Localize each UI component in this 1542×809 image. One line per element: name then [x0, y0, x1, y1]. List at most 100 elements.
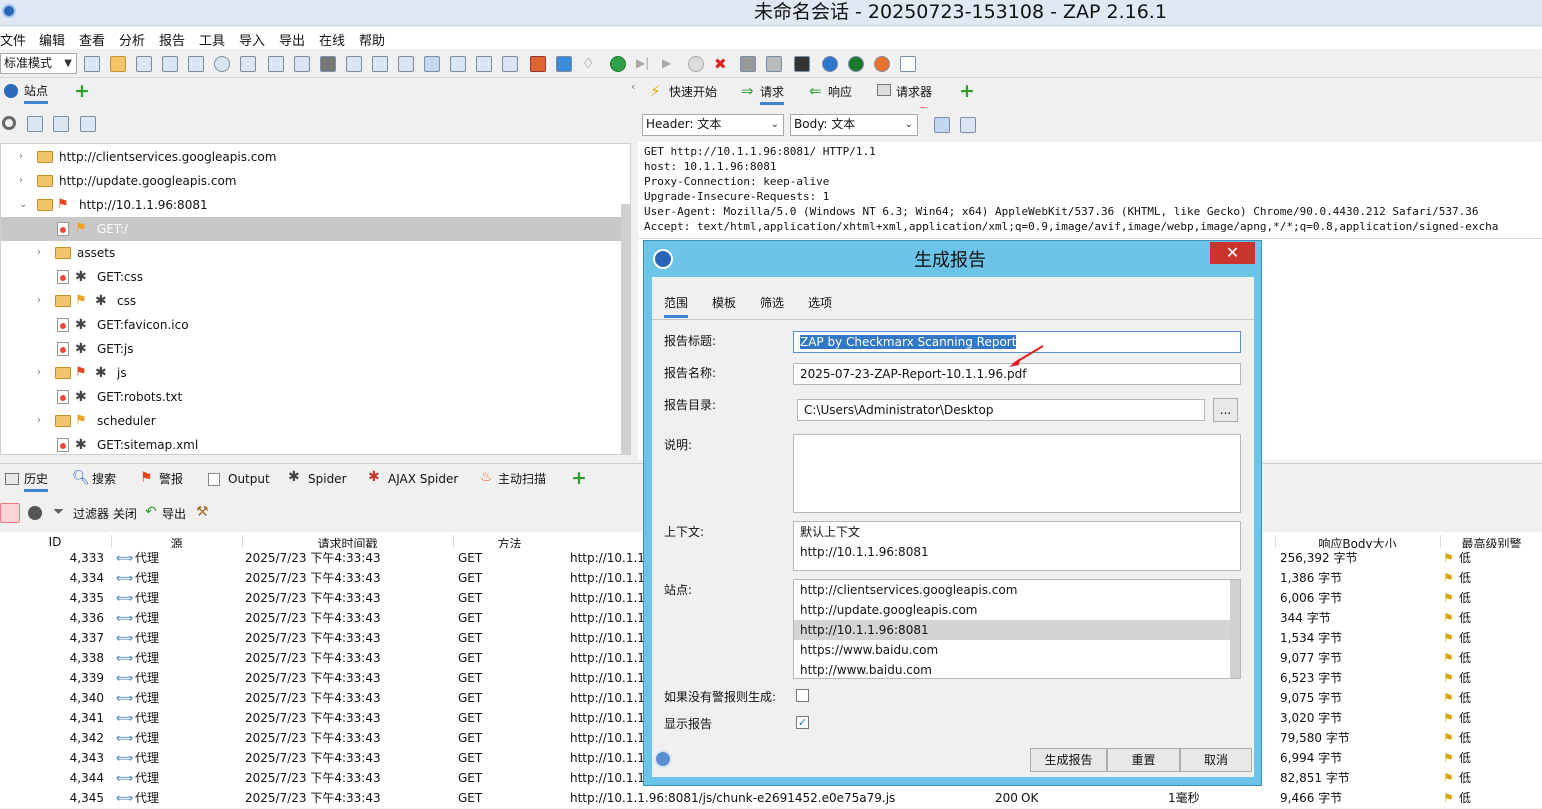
- new-context-icon[interactable]: [27, 116, 43, 132]
- pinned-tabs-icon[interactable]: [320, 56, 336, 72]
- tree-node-selected[interactable]: ⚑ GET:/: [1, 217, 621, 241]
- tab-alerts[interactable]: 警报: [159, 469, 183, 489]
- hud-icon[interactable]: [794, 56, 810, 72]
- broom-icon[interactable]: ⚒: [196, 504, 209, 520]
- layout-response-icon[interactable]: [502, 56, 518, 72]
- table-row[interactable]: ⟺ ⚑ 4,345 代理 2025/7/23 下午4:33:43 GET http://10…: [0, 788, 1542, 808]
- show-report-checkbox[interactable]: ✓: [796, 716, 809, 729]
- report-dir-input[interactable]: C:\Users\Administrator\Desktop: [797, 399, 1205, 421]
- firefox-browser-icon[interactable]: [874, 56, 890, 72]
- tab-ajax-spider[interactable]: AJAX Spider: [388, 469, 458, 489]
- tab-options[interactable]: 选项: [808, 293, 832, 313]
- tab-response[interactable]: 响应: [828, 82, 852, 102]
- add-tab-plus-icon[interactable]: +: [74, 80, 90, 102]
- browse-button[interactable]: ...: [1213, 398, 1238, 422]
- tree-node[interactable]: ⌄ ⚑ http://10.1.1.96:8081: [1, 193, 621, 217]
- close-icon[interactable]: ✕: [1210, 242, 1255, 264]
- options-gear-icon[interactable]: [214, 56, 230, 72]
- new-session-icon[interactable]: [84, 56, 100, 72]
- collapse-left-icon[interactable]: ‹: [631, 80, 635, 93]
- drop-icon[interactable]: [688, 56, 704, 72]
- tab-search[interactable]: 搜索: [92, 469, 116, 489]
- tree-node[interactable]: › ⚑ ✱ js: [1, 361, 621, 385]
- menu-export[interactable]: 导出: [279, 30, 305, 49]
- chrome-browser-icon[interactable]: [848, 56, 864, 72]
- break-on-icon[interactable]: [610, 56, 626, 72]
- mode-select[interactable]: 标准模式 ▼: [0, 53, 77, 74]
- lightbulb-icon[interactable]: ♢: [582, 56, 598, 72]
- add-tab-plus-icon[interactable]: +: [959, 80, 975, 102]
- sites-scrollbar[interactable]: [1230, 580, 1240, 678]
- session-properties-icon[interactable]: [188, 56, 204, 72]
- layout-request-icon[interactable]: [476, 56, 492, 72]
- menu-analyse[interactable]: 分析: [119, 30, 145, 49]
- tab-filter[interactable]: 筛选: [760, 293, 784, 313]
- body-format-select[interactable]: Body: 文本 ⌄: [790, 114, 918, 136]
- tab-sites[interactable]: 站点: [24, 81, 49, 104]
- tree-node[interactable]: ✱ GET:css: [1, 265, 621, 289]
- tabs-icon[interactable]: [268, 56, 284, 72]
- menu-edit[interactable]: 编辑: [39, 30, 65, 49]
- menu-report[interactable]: 报告: [159, 30, 185, 49]
- split-horizontal-icon[interactable]: [934, 117, 950, 133]
- continue-icon[interactable]: ▶: [662, 56, 678, 72]
- add-tab-plus-icon[interactable]: +: [571, 467, 587, 489]
- tab-template[interactable]: 模板: [712, 293, 736, 313]
- reset-button[interactable]: 重置: [1107, 748, 1180, 772]
- site-item[interactable]: http://www.baidu.com: [794, 660, 1240, 678]
- generate-report-button[interactable]: 生成报告: [1030, 748, 1107, 772]
- target-icon[interactable]: [2, 116, 16, 130]
- menu-tools[interactable]: 工具: [199, 30, 225, 49]
- request-body[interactable]: GET http://10.1.1.96:8081/ HTTP/1.1 host:…: [638, 142, 1542, 238]
- tab-history[interactable]: 历史: [24, 469, 49, 492]
- filter-status[interactable]: 过滤器 关闭: [73, 505, 137, 522]
- snapshot-icon[interactable]: [162, 56, 178, 72]
- tab-request[interactable]: 请求: [760, 82, 785, 105]
- site-item[interactable]: http://update.googleapis.com: [794, 600, 1240, 620]
- menu-file[interactable]: 文件: [0, 30, 26, 49]
- generate-report-icon[interactable]: [900, 56, 916, 72]
- tab-scope[interactable]: 范围: [664, 293, 689, 318]
- layout-split-icon[interactable]: [372, 56, 388, 72]
- site-item[interactable]: http://clientservices.googleapis.com: [794, 580, 1240, 600]
- help-icon[interactable]: [654, 750, 672, 768]
- tree-node[interactable]: › ⚑ scheduler: [1, 409, 621, 433]
- scan-policy-icon[interactable]: [530, 56, 546, 72]
- tab-active-scan[interactable]: 主动扫描: [498, 469, 546, 489]
- menu-help[interactable]: 帮助: [359, 30, 385, 49]
- export-context-icon[interactable]: [80, 116, 96, 132]
- layout-horizontal-icon[interactable]: [424, 56, 440, 72]
- tree-node[interactable]: › assets: [1, 241, 621, 265]
- header-format-select[interactable]: Header: 文本 ⌄: [642, 114, 784, 136]
- context-list[interactable]: 默认上下文 http://10.1.1.96:8081: [793, 521, 1241, 571]
- context-item[interactable]: 默认上下文: [800, 522, 1240, 542]
- layout-tabs-icon[interactable]: [398, 56, 414, 72]
- help-icon[interactable]: [822, 56, 838, 72]
- tree-node[interactable]: ✱ GET:favicon.ico: [1, 313, 621, 337]
- layout-icon[interactable]: [240, 56, 256, 72]
- menu-import[interactable]: 导入: [239, 30, 265, 49]
- clear-breakpoints-icon[interactable]: ✖: [714, 56, 730, 72]
- tree-node[interactable]: ✱ GET:sitemap.xml: [1, 433, 621, 457]
- tab-quick-start[interactable]: 快速开始: [669, 82, 717, 102]
- open-session-icon[interactable]: [110, 56, 126, 72]
- export-button[interactable]: 导出: [162, 505, 186, 522]
- tab-output[interactable]: Output: [228, 469, 270, 489]
- layout-vertical-icon[interactable]: [450, 56, 466, 72]
- tree-node[interactable]: › ⚑ ✱ css: [1, 289, 621, 313]
- cancel-button[interactable]: 取消: [1180, 748, 1252, 772]
- tree-scrollbar[interactable]: [621, 204, 630, 454]
- manual-request-icon[interactable]: [766, 56, 782, 72]
- tree-node[interactable]: ✱ GET:robots.txt: [1, 385, 621, 409]
- site-item[interactable]: https://www.baidu.com: [794, 640, 1240, 660]
- no-alert-checkbox[interactable]: [796, 689, 809, 702]
- sites-list[interactable]: http://clientservices.googleapis.com htt…: [793, 579, 1241, 679]
- step-icon[interactable]: ▶|: [636, 56, 652, 72]
- layout-full-icon[interactable]: [346, 56, 362, 72]
- tree-node[interactable]: ✱ GET:js: [1, 337, 621, 361]
- tab-spider[interactable]: Spider: [308, 469, 347, 489]
- context-item[interactable]: http://10.1.1.96:8081: [800, 542, 1240, 562]
- tab-requester[interactable]: 请求器: [896, 82, 932, 102]
- forced-user-icon[interactable]: [740, 56, 756, 72]
- split-vertical-icon[interactable]: [960, 117, 976, 133]
